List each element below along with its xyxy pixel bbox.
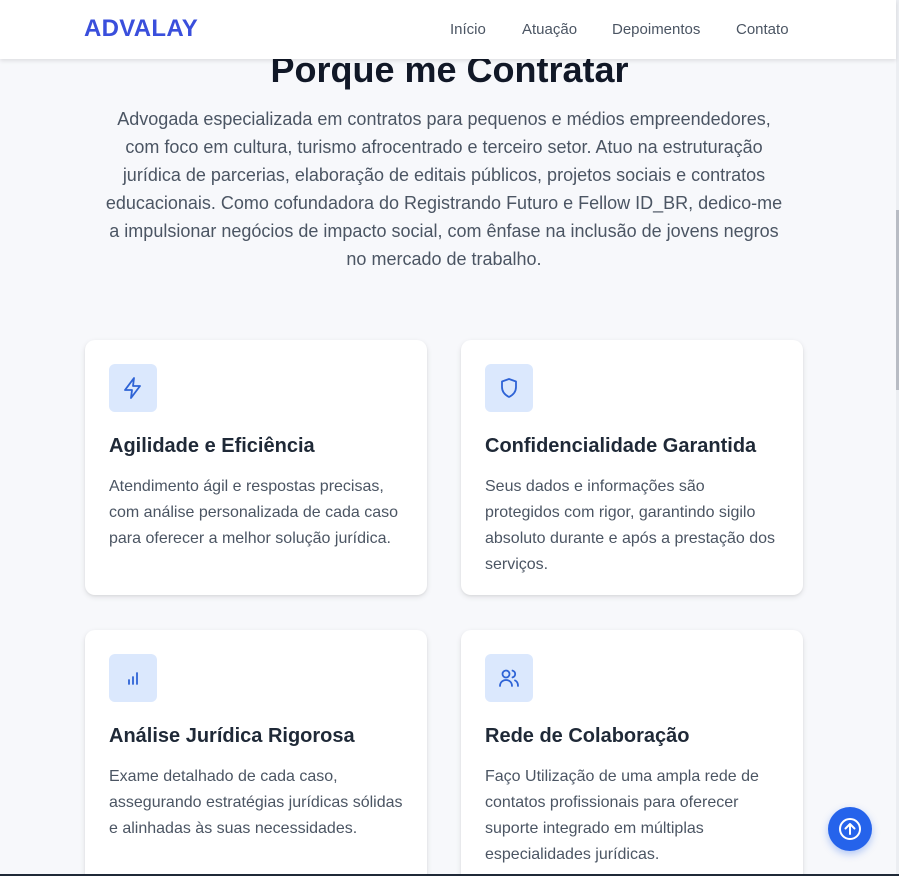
lightning-icon (109, 364, 157, 412)
card-text: Atendimento ágil e respostas precisas, c… (109, 478, 399, 547)
arrow-up-circle-icon (839, 818, 861, 840)
card-title: Agilidade e Eficiência (109, 435, 315, 457)
feature-card-confidentiality: Confidencialidade Garantida Seus dados e… (461, 340, 803, 595)
feature-card-analysis: Análise Jurídica Rigorosa Exame detalhad… (85, 630, 427, 876)
card-text: Seus dados e informações são protegidos … (485, 478, 775, 573)
card-text: Faço Utilização de uma ampla rede de con… (485, 768, 759, 863)
users-icon (485, 654, 533, 702)
brand-logo[interactable]: ADVALAY (84, 14, 198, 44)
card-title: Confidencialidade Garantida (485, 435, 757, 457)
shield-icon (485, 364, 533, 412)
feature-card-network: Rede de Colaboração Faço Utilização de u… (461, 630, 803, 876)
bar-chart-icon (109, 654, 157, 702)
top-navbar: ADVALAY Início Atuação Depoimentos Conta… (0, 0, 896, 59)
feature-card-agility: Agilidade e Eficiência Atendimento ágil … (85, 340, 427, 595)
page: Porque me Contratar Advogada especializa… (0, 0, 899, 876)
back-to-top-button[interactable] (828, 807, 872, 851)
nav-link-contato[interactable]: Contato (736, 20, 789, 40)
nav-link-inicio[interactable]: Início (450, 20, 486, 40)
card-title: Análise Jurídica Rigorosa (109, 725, 355, 747)
nav-link-depoimentos[interactable]: Depoimentos (612, 20, 700, 40)
card-title: Rede de Colaboração (485, 725, 690, 747)
card-text: Exame detalhado de cada caso, assegurand… (109, 768, 403, 837)
nav-link-atuacao[interactable]: Atuação (522, 20, 577, 40)
intro-paragraph: Advogada especializada em contratos para… (105, 109, 783, 269)
